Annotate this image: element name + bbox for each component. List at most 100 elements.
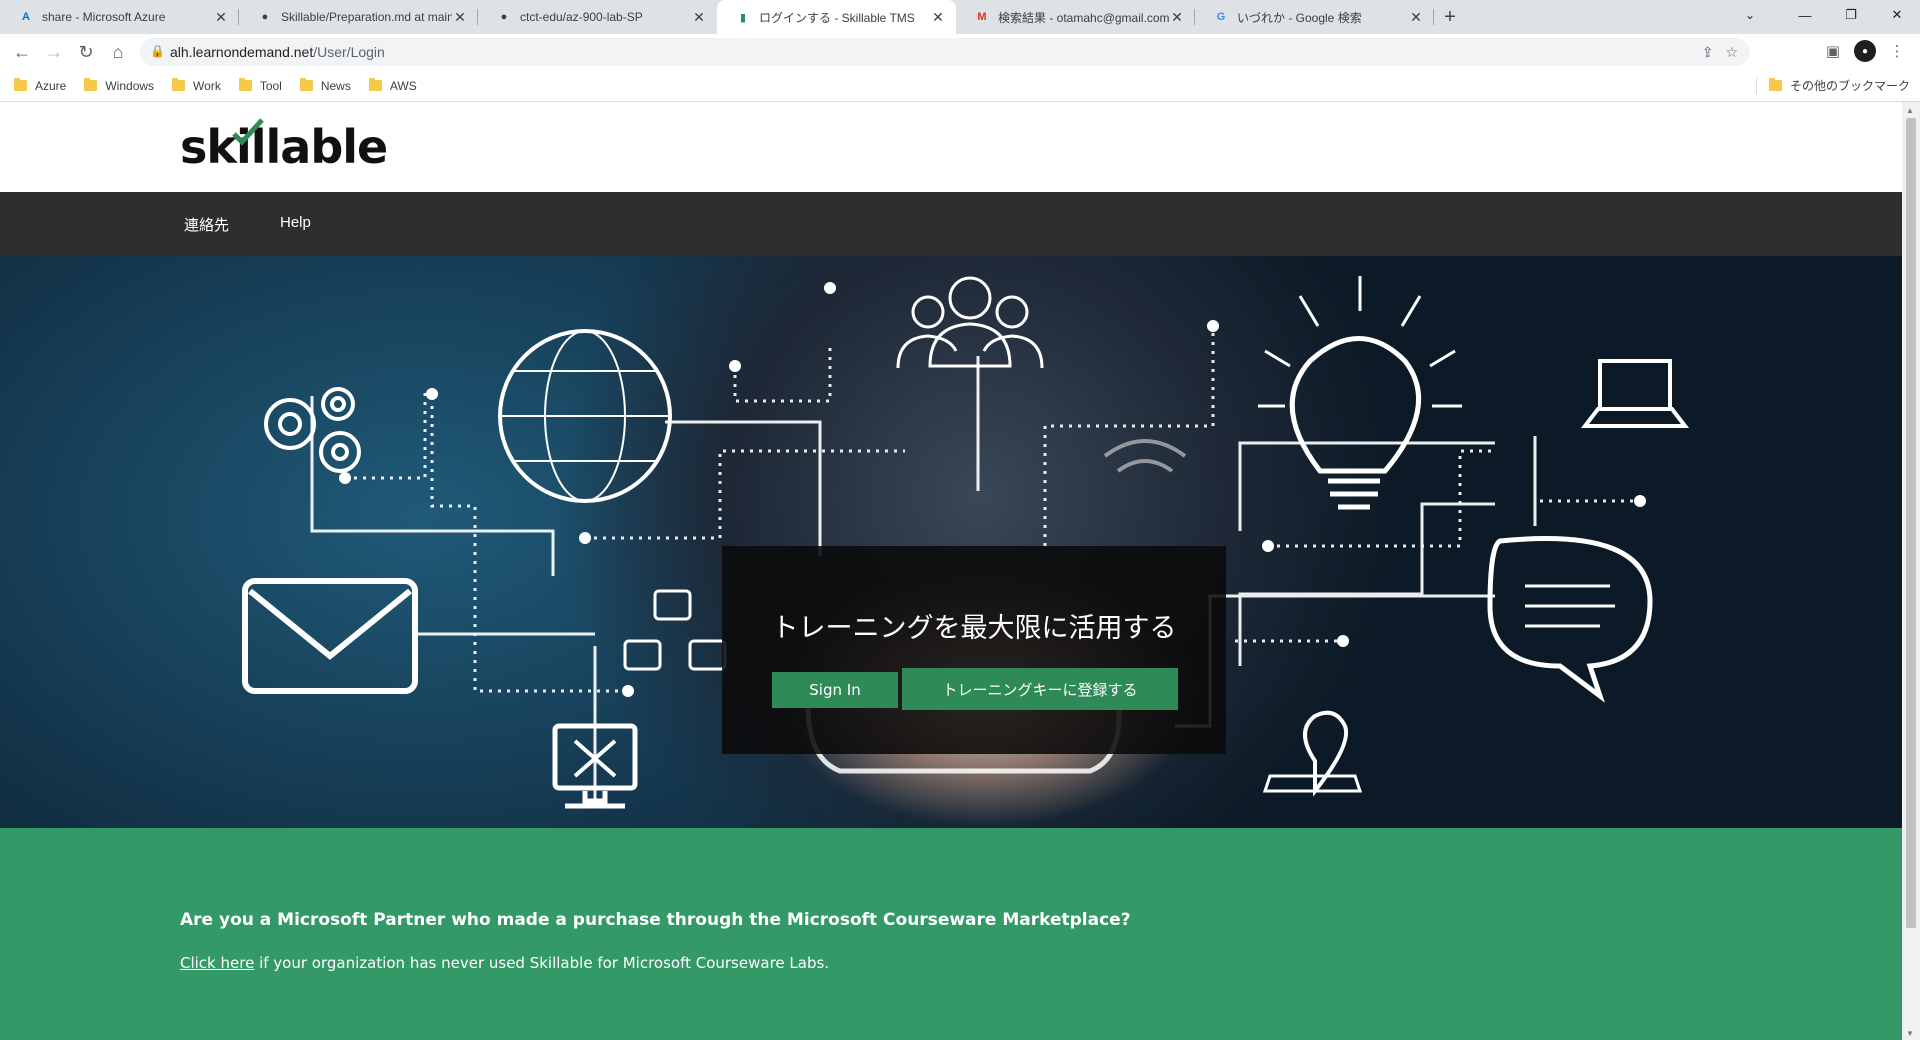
node-dot <box>1337 635 1349 647</box>
bookmark-folder[interactable]: AWS <box>368 78 417 93</box>
bookmark-label: Azure <box>35 78 67 93</box>
dotted-line <box>585 449 905 540</box>
browser-toolbar: ← → ↻ ⌂ 🔒 alh.learnondemand.net/User/Log… <box>0 34 1920 70</box>
address-bar[interactable]: 🔒 alh.learnondemand.net/User/Login ⇪ ☆ <box>140 38 1750 66</box>
menu-icon[interactable]: ⋮ <box>1882 36 1912 66</box>
node-dot <box>1634 495 1646 507</box>
bookmark-folder[interactable]: Tool <box>238 78 282 93</box>
folder-icon <box>238 78 252 91</box>
bookmark-folder[interactable]: News <box>299 78 351 93</box>
node-dot <box>824 282 836 294</box>
bookmark-folder[interactable]: Azure <box>14 78 67 93</box>
scroll-up-icon[interactable]: ▲ <box>1906 106 1914 115</box>
folder-icon <box>1768 78 1782 91</box>
circuit-line <box>1238 502 1495 666</box>
hero-title: トレーニングを最大限に活用する <box>771 613 1177 644</box>
node-dot <box>622 685 634 697</box>
globe-icon <box>498 329 672 503</box>
team-network-icon <box>623 589 727 671</box>
bookmark-folder[interactable]: Windows <box>84 78 154 93</box>
lock-icon: 🔒 <box>150 44 165 58</box>
reload-icon[interactable]: ↻ <box>70 36 102 68</box>
tab-title: share - Microsoft Azure <box>42 10 166 24</box>
other-bookmarks[interactable]: その他のブックマーク <box>1755 77 1910 94</box>
tab-title: ctct-edu/az-900-lab-SP <box>520 10 643 24</box>
chat-bubble-icon <box>1487 536 1653 703</box>
laptop-icon <box>1580 359 1690 428</box>
people-icon <box>896 276 1044 369</box>
close-tab-icon[interactable]: ✕ <box>1408 9 1424 26</box>
close-tab-icon[interactable]: ✕ <box>691 9 707 26</box>
restore-icon[interactable]: ❐ <box>1828 0 1874 30</box>
bookmark-folder[interactable]: Work <box>172 78 221 93</box>
profile-avatar-icon[interactable]: ● <box>1854 40 1876 62</box>
dotted-line <box>1268 449 1495 548</box>
folder-icon <box>172 78 186 91</box>
scroll-down-icon[interactable]: ▼ <box>1906 1029 1914 1038</box>
browser-tab[interactable]: A share - Microsoft Azure ✕ <box>0 0 239 34</box>
minimize-icon[interactable]: — <box>1782 0 1828 30</box>
site-header: skillable <box>0 102 1902 192</box>
github-icon: ● <box>261 11 269 23</box>
map-pin-icon <box>1262 710 1363 797</box>
tab-title: いづれか - Google 検索 <box>1237 10 1362 25</box>
browser-tab-active[interactable]: ▮ ログインする - Skillable TMS ✕ <box>717 0 956 34</box>
register-training-key-button[interactable]: トレーニングキーに登録する <box>902 668 1178 710</box>
lightbulb-icon <box>1258 276 1462 510</box>
partner-heading: Are you a Microsoft Partner who made a p… <box>180 910 1131 930</box>
browser-tab[interactable]: ● ctct-edu/az-900-lab-SP ✕ <box>478 0 717 34</box>
new-tab-button[interactable]: + <box>1434 0 1466 34</box>
sign-in-button[interactable]: Sign In <box>772 672 898 708</box>
wifi-icon <box>1103 439 1187 473</box>
page-scrollbar[interactable]: ▲ ▼ <box>1902 102 1920 1040</box>
close-tab-icon[interactable]: ✕ <box>213 9 229 26</box>
dotted-line <box>1043 324 1215 546</box>
skillable-logo[interactable]: skillable <box>180 118 388 178</box>
page-viewport: skillable 連絡先 Help トレーニングを最大限に活用する Sign … <box>0 102 1902 1040</box>
node-dot <box>1262 540 1274 552</box>
url-domain: alh.learnondemand.net <box>170 44 314 60</box>
envelope-icon <box>242 578 418 694</box>
tab-search-icon[interactable]: ⌄ <box>1730 0 1770 30</box>
browser-tab[interactable]: ● Skillable/Preparation.md at main ✕ <box>239 0 478 34</box>
browser-tab[interactable]: M 検索結果 - otamahc@gmail.com ✕ <box>956 0 1195 34</box>
close-tab-icon[interactable]: ✕ <box>452 9 468 26</box>
share-icon[interactable]: ⇪ <box>1702 44 1714 61</box>
bookmark-label: News <box>320 78 351 93</box>
folder-icon <box>368 78 382 91</box>
dotted-line <box>345 393 427 480</box>
folder-icon <box>84 78 98 91</box>
node-dot <box>426 388 438 400</box>
close-window-icon[interactable]: ✕ <box>1874 0 1920 30</box>
bookmark-label: AWS <box>389 78 417 93</box>
signin-panel: トレーニングを最大限に活用する Sign In トレーニングキーに登録する <box>722 546 1226 754</box>
close-tab-icon[interactable]: ✕ <box>1169 9 1185 26</box>
partner-section: Are you a Microsoft Partner who made a p… <box>0 828 1902 1040</box>
close-tab-icon[interactable]: ✕ <box>930 9 946 26</box>
side-panel-icon[interactable]: ▣ <box>1818 36 1848 66</box>
dotted-line <box>733 343 832 403</box>
forward-icon[interactable]: → <box>38 36 70 68</box>
nav-contact[interactable]: 連絡先 <box>184 214 229 235</box>
logo-check-icon <box>232 118 264 146</box>
site-nav: 連絡先 Help <box>0 192 1902 256</box>
tab-title: 検索結果 - otamahc@gmail.com <box>998 10 1169 25</box>
browser-tab[interactable]: G いづれか - Google 検索 ✕ <box>1195 0 1434 34</box>
node-dot <box>1207 320 1219 332</box>
nav-help[interactable]: Help <box>280 214 311 231</box>
scrollbar-thumb[interactable] <box>1906 118 1916 928</box>
home-icon[interactable]: ⌂ <box>102 36 134 68</box>
node-dot <box>729 360 741 372</box>
back-icon[interactable]: ← <box>6 36 38 68</box>
partner-text-rest: if your organization has never used Skil… <box>254 954 830 972</box>
circuit-line <box>1238 441 1495 531</box>
click-here-link[interactable]: Click here <box>180 954 254 972</box>
folder-icon <box>14 78 27 91</box>
bookmark-star-icon[interactable]: ☆ <box>1725 44 1738 61</box>
node-dot <box>579 532 591 544</box>
skillable-icon: ▮ <box>739 11 747 24</box>
google-icon: G <box>1216 11 1226 23</box>
folder-icon <box>299 78 313 91</box>
tab-strip: A share - Microsoft Azure ✕ ● Skillable/… <box>0 0 1920 34</box>
circuit-line <box>665 420 822 556</box>
